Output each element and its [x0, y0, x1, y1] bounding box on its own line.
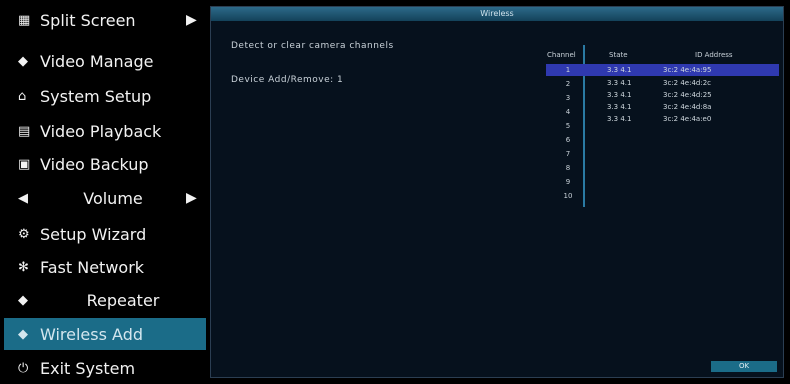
- channel-number: 1: [565, 66, 571, 74]
- menu-item-label: Repeater: [86, 290, 160, 310]
- menu-item-label: Exit System: [40, 358, 136, 378]
- channel-number: 2: [565, 80, 571, 88]
- film-icon: ▤: [18, 123, 31, 139]
- power-icon: ⏻: [18, 360, 29, 376]
- ok-button[interactable]: OK: [711, 361, 777, 372]
- channel-number: 10: [563, 192, 573, 200]
- menu-item-system-setup[interactable]: ⌂ System Setup: [4, 80, 206, 112]
- row-state: 3.3 4.1: [607, 66, 632, 74]
- row-id: 3c:2 4e:4d:2c: [663, 79, 712, 87]
- row-id: 3c:2 4e:4a:e0: [663, 115, 712, 123]
- network-icon: ✻: [18, 259, 29, 275]
- menu-item-video-manage[interactable]: ◆ Video Manage: [4, 45, 206, 77]
- col-header-id: ID Address: [695, 51, 733, 59]
- channel-number: 8: [565, 164, 571, 172]
- camera-icon: ◆: [18, 292, 28, 308]
- submenu-arrow-icon: ▶: [186, 12, 197, 28]
- info-text: Detect or clear camera channels: [231, 41, 394, 51]
- menu-item-video-playback[interactable]: ▤ Video Playback: [4, 115, 206, 147]
- menu-item-label: Video Manage: [40, 51, 154, 71]
- menu-item-label: System Setup: [40, 86, 152, 106]
- submenu-arrow-icon: ▶: [186, 190, 197, 206]
- channel-number: 4: [565, 108, 571, 116]
- panel-title: Wireless: [211, 7, 783, 21]
- split-screen-icon: ▦: [18, 12, 31, 28]
- speaker-icon: ◀: [18, 190, 28, 206]
- channel-number: 3: [565, 94, 571, 102]
- col-header-channel: Channel: [547, 51, 576, 59]
- menu-item-fast-network[interactable]: ✻ Fast Network: [4, 251, 206, 283]
- row-id: 3c:2 4e:4a:95: [663, 66, 712, 74]
- row-id: 3c:2 4e:4d:25: [663, 91, 712, 99]
- menu-item-label: Video Playback: [40, 121, 162, 141]
- sidebar-menu: ▦ Split Screen ▶ ◆ Video Manage ⌂ System…: [0, 0, 206, 382]
- menu-item-label: Video Backup: [40, 154, 149, 174]
- row-state: 3.3 4.1: [607, 103, 632, 111]
- channel-number: 9: [565, 178, 571, 186]
- row-state: 3.3 4.1: [607, 79, 632, 87]
- menu-item-split-screen[interactable]: ▦ Split Screen ▶: [4, 4, 206, 36]
- channel-number: 6: [565, 136, 571, 144]
- camera-icon: ◆: [18, 53, 28, 69]
- row-state: 3.3 4.1: [607, 115, 632, 123]
- menu-item-wireless-add[interactable]: ◆ Wireless Add: [4, 318, 206, 350]
- menu-item-setup-wizard[interactable]: ⚙ Setup Wizard: [4, 218, 206, 250]
- home-icon: ⌂: [18, 88, 27, 104]
- menu-item-video-backup[interactable]: ▣ Video Backup: [4, 148, 206, 180]
- menu-item-label: Wireless Add: [40, 324, 144, 344]
- menu-item-volume[interactable]: ◀ Volume ▶: [4, 182, 206, 214]
- menu-item-label: Setup Wizard: [40, 224, 147, 244]
- floppy-icon: ▣: [18, 156, 31, 172]
- device-count-text: Device Add/Remove: 1: [231, 75, 344, 85]
- row-state: 3.3 4.1: [607, 91, 632, 99]
- menu-item-label: Fast Network: [40, 257, 145, 277]
- menu-item-repeater[interactable]: ◆ Repeater: [4, 284, 206, 316]
- col-header-state: State: [609, 51, 628, 59]
- menu-item-label: Volume: [83, 188, 143, 208]
- menu-item-label: Split Screen: [40, 10, 136, 30]
- wizard-icon: ⚙: [18, 226, 30, 242]
- camera-icon: ◆: [18, 326, 28, 342]
- row-id: 3c:2 4e:4d:8a: [663, 103, 712, 111]
- menu-item-exit-system[interactable]: ⏻ Exit System: [4, 352, 206, 384]
- channel-number: 5: [565, 122, 571, 130]
- channel-number: 7: [565, 150, 571, 158]
- wireless-panel: Wireless Detect or clear camera channels…: [210, 6, 784, 378]
